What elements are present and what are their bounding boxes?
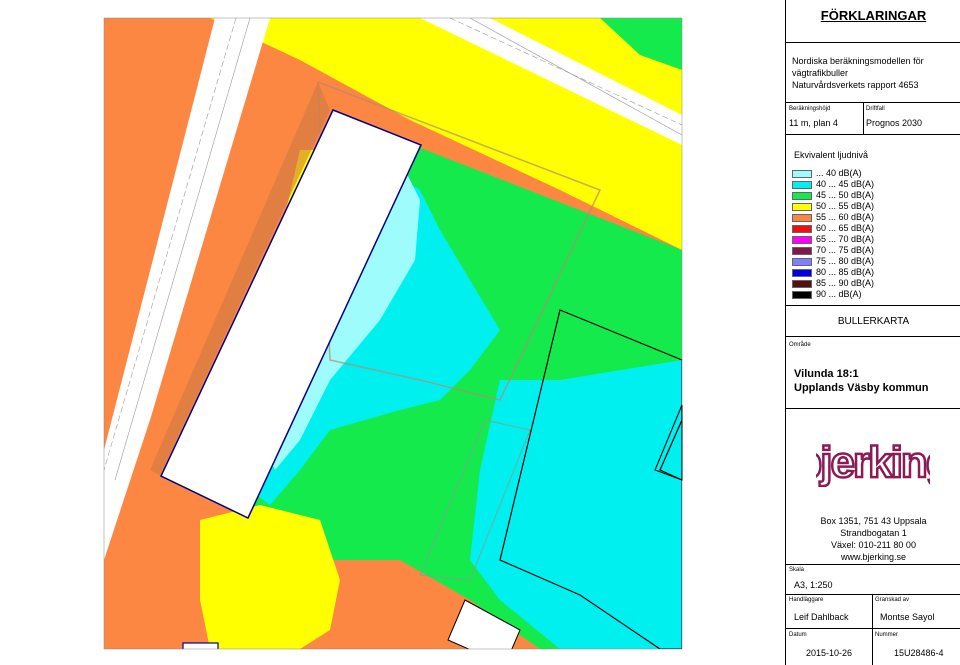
- number-value: 15U28486-4: [894, 648, 944, 658]
- level-swatch: [792, 236, 812, 244]
- handler-value: Leif Dahlback: [794, 612, 849, 622]
- level-label: 40 ... 45 dB(A): [816, 179, 875, 189]
- area-line-2: Upplands Väsby kommun: [794, 382, 929, 394]
- level-swatch: [792, 280, 812, 288]
- legend-panel: FÖRKLARINGAR Nordiska beräkningsmodellen…: [785, 0, 960, 665]
- level-swatch: [792, 192, 812, 200]
- case-value: Prognos 2030: [866, 118, 923, 128]
- bjerking-logo: bjerking: [816, 437, 930, 487]
- address-line-1: Box 1351, 751 43 Uppsala: [820, 516, 927, 526]
- level-swatch: [792, 214, 812, 222]
- date-value: 2015-10-26: [806, 648, 853, 658]
- level-label: 75 ... 80 dB(A): [816, 256, 875, 266]
- scale-value: A3, 1:250: [794, 580, 833, 590]
- level-swatch: [792, 258, 812, 266]
- level-label: 70 ... 75 dB(A): [816, 245, 875, 255]
- level-swatch: [792, 291, 812, 299]
- level-swatch: [792, 225, 812, 233]
- reviewed-label: Granskad av: [875, 597, 910, 603]
- zone-50-55-bottom: [200, 505, 340, 649]
- height-value: 11 m, plan 4: [789, 118, 838, 128]
- handler-label: Handläggare: [789, 597, 824, 603]
- level-label: 45 ... 50 dB(A): [816, 190, 875, 200]
- area-label: Område: [789, 342, 811, 348]
- level-title: Ekvivalent ljudnivå: [794, 150, 869, 160]
- area-line-1: Vilunda 18:1: [794, 368, 859, 380]
- noise-map: [103, 17, 683, 650]
- model-line-3: Naturvårdsverkets rapport 4653: [792, 80, 919, 90]
- address-line-4: www.bjerking.se: [840, 552, 907, 562]
- reviewed-value: Montse Sayol: [880, 612, 935, 622]
- level-label: ... 40 dB(A): [816, 168, 862, 178]
- level-label: 60 ... 65 dB(A): [816, 223, 875, 233]
- level-swatch: [792, 203, 812, 211]
- case-label: Driftfall: [866, 106, 885, 112]
- level-label: 90 ... dB(A): [816, 289, 862, 299]
- scale-label: Skala: [789, 567, 805, 573]
- level-label: 85 ... 90 dB(A): [816, 278, 875, 288]
- level-label: 50 ... 55 dB(A): [816, 201, 875, 211]
- model-line-1: Nordiska beräkningsmodellen för: [792, 56, 924, 66]
- level-swatch: [792, 181, 812, 189]
- number-label: Nummer: [875, 632, 899, 638]
- svg-text:bjerking: bjerking: [816, 438, 930, 487]
- legend-title: FÖRKLARINGAR: [820, 8, 927, 23]
- address-line-2: Strandbogatan 1: [840, 528, 907, 538]
- level-label: 80 ... 85 dB(A): [816, 267, 875, 277]
- level-swatch: [792, 170, 812, 178]
- model-line-2: vägtrafikbuller: [792, 68, 849, 78]
- level-label: 65 ... 70 dB(A): [816, 234, 875, 244]
- address-line-3: Växel: 010-211 80 00: [831, 540, 916, 550]
- level-swatch: [792, 269, 812, 277]
- height-label: Beräkningshöjd: [789, 106, 831, 112]
- level-swatch: [792, 247, 812, 255]
- level-label: 55 ... 60 dB(A): [816, 212, 875, 222]
- map-type: BULLERKARTA: [837, 316, 910, 327]
- date-label: Datum: [789, 632, 807, 638]
